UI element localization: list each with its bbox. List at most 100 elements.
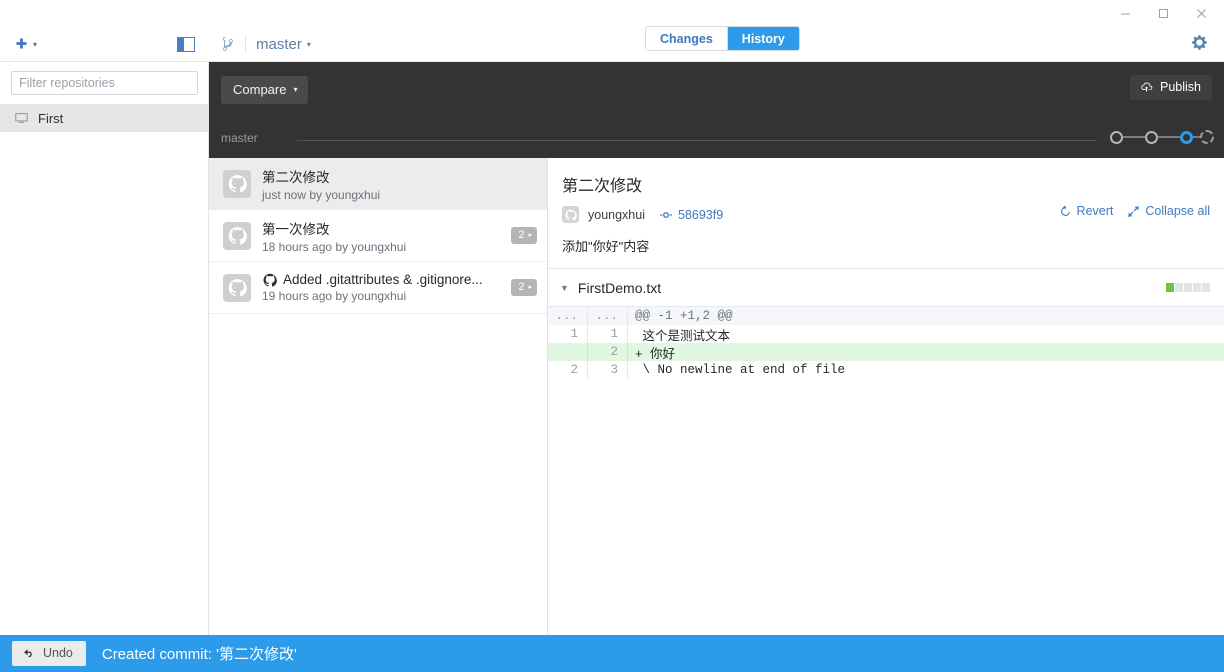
commit-sha-label: 58693f9 <box>678 207 724 222</box>
timeline-connector-3 <box>1193 136 1200 138</box>
github-avatar-icon <box>228 278 247 297</box>
sidebar-item-first[interactable]: First <box>0 104 208 132</box>
plus-icon <box>16 38 27 48</box>
tab-history[interactable]: History <box>727 27 799 50</box>
status-bar: Undo Created commit: '第二次修改' <box>0 635 1224 672</box>
table-row[interactable]: Added .gitattributes & .gitignore... 19 … <box>209 262 547 314</box>
sidebar-header: ▾ <box>0 26 209 62</box>
compare-button[interactable]: Compare ▾ <box>221 76 309 104</box>
chevron-down-icon[interactable]: ▼ <box>560 283 569 293</box>
tab-changes[interactable]: Changes <box>646 27 728 50</box>
filter-wrapper <box>0 62 208 104</box>
commit-subtitle: just now by youngxhui <box>262 187 381 202</box>
commit-node-icon <box>660 211 672 218</box>
diff-new-line-number: 1 <box>588 325 628 343</box>
maximize-icon[interactable] <box>1144 0 1182 26</box>
commit-title: 第一次修改 <box>262 218 503 238</box>
timeline-node-1[interactable] <box>1110 130 1123 144</box>
octocat-icon <box>263 273 277 287</box>
commit-title-label: 第二次修改 <box>262 169 330 185</box>
badge-caret-icon: ▸ <box>528 232 532 239</box>
timeline-connector-2 <box>1158 136 1180 138</box>
diff-new-line-number: 2 <box>588 343 628 361</box>
revert-icon <box>1060 204 1070 216</box>
branch-selector[interactable]: master ▾ <box>209 26 311 62</box>
add-repository-caret: ▾ <box>33 39 38 49</box>
timeline-line <box>297 140 1096 141</box>
github-avatar-icon <box>228 226 247 245</box>
diff-stat-block-added <box>1166 283 1174 292</box>
add-repository-button[interactable]: ▾ <box>14 37 37 52</box>
diff-row-context: 1 1 这个是测试文本 <box>548 325 1224 344</box>
minimize-icon[interactable] <box>1106 0 1144 26</box>
publish-label: Publish <box>1160 80 1201 94</box>
status-badge[interactable]: 2 ▸ <box>511 227 537 244</box>
table-row[interactable]: 第二次修改 just now by youngxhui <box>209 158 547 210</box>
revert-label: Revert <box>1076 204 1114 218</box>
diff-line-text: @@ -1 +1,2 @@ <box>635 309 733 323</box>
panel-toggle-icon <box>177 36 195 52</box>
collapse-all-button[interactable]: Collapse all <box>1127 204 1210 218</box>
revert-button[interactable]: Revert <box>1059 204 1114 218</box>
commit-title: Added .gitattributes & .gitignore... <box>262 272 503 287</box>
commit-sha[interactable]: 58693f9 <box>659 208 723 222</box>
diff-line-text: \ No newline at end of file <box>635 363 846 377</box>
timeline-nodes <box>1110 130 1214 144</box>
commit-description: 添加"你好"内容 <box>562 239 650 254</box>
page-title: 第二次修改 <box>562 178 643 195</box>
undo-button[interactable]: Undo <box>12 641 86 666</box>
window-controls <box>1106 0 1220 26</box>
diff-row-hunk: ... ... @@ -1 +1,2 @@ <box>548 307 1224 325</box>
diff-row-added: 2 + 你好 <box>548 343 1224 362</box>
diff-stat-block-empty <box>1202 283 1210 292</box>
commit-title: 第二次修改 <box>262 166 537 186</box>
close-icon[interactable] <box>1182 0 1220 26</box>
view-tabs: Changes History <box>645 26 800 51</box>
badge-caret-icon: ▸ <box>528 284 532 291</box>
publish-button[interactable]: Publish <box>1130 75 1212 100</box>
diff-new-line-number: ... <box>588 307 628 325</box>
cloud-upload-icon <box>1141 82 1153 92</box>
diff-view: ... ... @@ -1 +1,2 @@ 1 1 这个是测试文本 2 + 你好… <box>548 307 1224 379</box>
commit-text: Added .gitattributes & .gitignore... 19 … <box>262 272 503 303</box>
commit-title-label: 第一次修改 <box>262 221 330 237</box>
avatar <box>562 206 579 223</box>
timeline-node-2[interactable] <box>1145 130 1158 144</box>
diff-old-line-number <box>548 343 588 361</box>
diff-stat-block-empty <box>1193 283 1201 292</box>
diff-line-text: 这个是测试文本 <box>635 329 731 344</box>
filter-repositories-input[interactable] <box>11 71 198 95</box>
github-avatar-icon <box>564 209 577 221</box>
history-toolbar: Compare ▾ Publish master <box>209 62 1224 158</box>
commit-detail-header: 第二次修改 youngxhui 58693f9 Revert Collapse … <box>548 158 1224 269</box>
sidebar-item-label: First <box>38 110 64 126</box>
branch-name-label: master <box>256 35 302 53</box>
timeline-node-3-selected[interactable] <box>1180 130 1193 144</box>
branch-caret-icon: ▾ <box>306 39 311 49</box>
avatar <box>223 273 251 302</box>
title-bar: ▾ master ▾ Changes History <box>0 0 1224 62</box>
repo-monitor-icon <box>15 112 28 123</box>
collapse-all-label: Collapse all <box>1145 204 1210 218</box>
settings-button[interactable] <box>1186 28 1214 56</box>
table-row[interactable]: 第一次修改 18 hours ago by youngxhui 2 ▸ <box>209 210 547 262</box>
branch-name-button[interactable]: master ▾ <box>256 36 311 53</box>
diff-file-header[interactable]: ▼ FirstDemo.txt <box>548 269 1224 307</box>
github-desktop-window: ▾ master ▾ Changes History Compare ▾ Pub… <box>0 0 1224 672</box>
github-avatar-icon <box>228 174 247 193</box>
timeline-branch-label: master <box>221 131 258 145</box>
diff-row-context: 2 3 \ No newline at end of file <box>548 361 1224 379</box>
history-timeline: master <box>209 120 1224 158</box>
timeline-node-4-pending[interactable] <box>1200 130 1214 144</box>
diff-old-line-number: 2 <box>548 361 588 379</box>
status-badge[interactable]: 2 ▸ <box>511 279 537 296</box>
badge-count: 2 <box>518 229 525 241</box>
gear-icon <box>1191 34 1207 50</box>
undo-label: Undo <box>43 646 73 660</box>
commit-list[interactable]: 第二次修改 just now by youngxhui 第一次修改 18 hou… <box>209 158 548 635</box>
compare-caret-icon: ▾ <box>293 85 298 94</box>
badge-count: 2 <box>518 281 525 293</box>
toggle-sidebar-button[interactable] <box>177 36 195 52</box>
avatar <box>223 169 251 198</box>
commit-detail-actions: Revert Collapse all <box>1059 204 1210 218</box>
